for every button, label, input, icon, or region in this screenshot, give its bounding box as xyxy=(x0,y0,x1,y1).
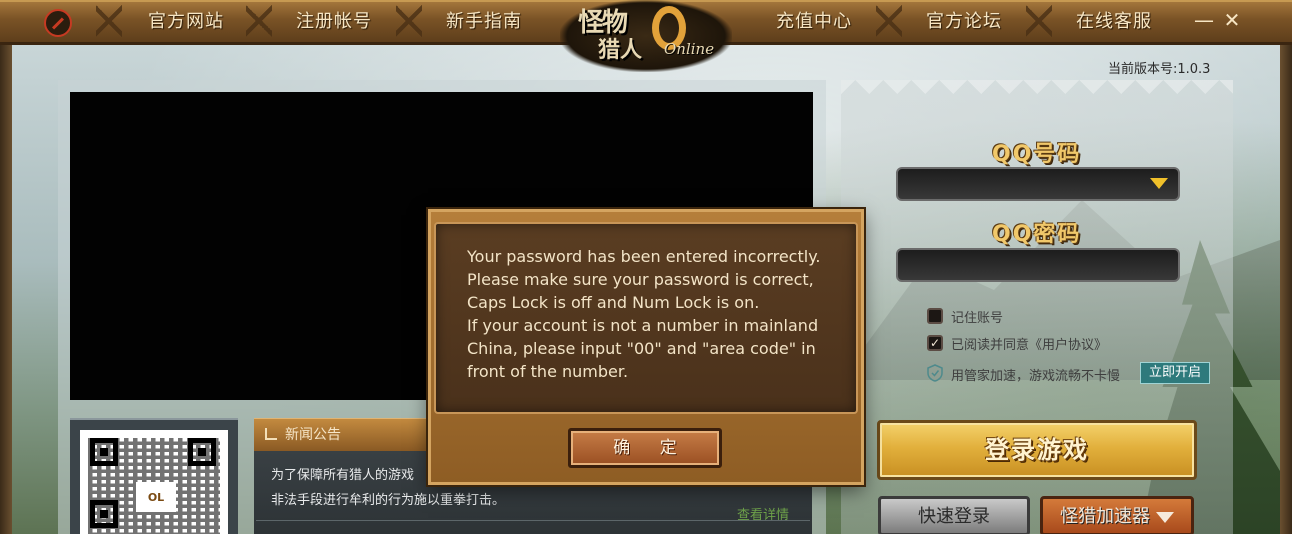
window-frame-right xyxy=(1280,40,1292,534)
qr-finder xyxy=(188,438,216,466)
game-logo: 怪物 猎人 Online xyxy=(560,0,732,72)
close-icon[interactable]: ✕ xyxy=(1220,8,1244,32)
version-label: 当前版本号:1.0.3 xyxy=(1108,62,1211,77)
window-frame-left xyxy=(0,40,12,534)
open-now-button[interactable]: 立即开启 xyxy=(1140,362,1210,384)
qr-code: OL xyxy=(80,430,228,534)
shield-icon xyxy=(927,364,943,382)
login-panel-pattern xyxy=(841,80,1233,108)
nav-separator xyxy=(396,4,422,38)
nav-recharge[interactable]: 充值中心 xyxy=(758,8,870,36)
confirm-button[interactable]: 确 定 xyxy=(568,428,722,468)
agree-terms-checkbox[interactable]: ✓ xyxy=(927,335,943,351)
accelerator-button[interactable]: 怪猎加速器 xyxy=(1040,496,1194,534)
qr-finder xyxy=(90,438,118,466)
nav-customer-service[interactable]: 在线客服 xyxy=(1058,8,1170,36)
accelerator-note: 用管家加速，游戏流畅不卡慢 xyxy=(951,369,1121,384)
chevron-down-icon xyxy=(1156,511,1174,523)
qq-number-input[interactable] xyxy=(896,167,1180,201)
qr-finder xyxy=(90,500,118,528)
minimize-icon[interactable]: — xyxy=(1192,8,1216,32)
app-logo-icon[interactable] xyxy=(44,9,72,37)
error-message: Your password has been entered incorrect… xyxy=(467,247,821,381)
nav-separator xyxy=(246,4,272,38)
qq-password-label: QQ密码 xyxy=(992,222,1082,247)
quick-login-button[interactable]: 快速登录 xyxy=(878,496,1030,534)
qr-center-logo: OL xyxy=(136,482,176,512)
accelerator-label: 怪猎加速器 xyxy=(1060,506,1150,527)
nav-forum[interactable]: 官方论坛 xyxy=(908,8,1020,36)
nav-official-site[interactable]: 官方网站 xyxy=(130,8,242,36)
qq-number-label: QQ号码 xyxy=(992,142,1082,167)
qq-password-input[interactable] xyxy=(896,248,1180,282)
logo-online-text: Online xyxy=(664,40,715,58)
news-title: 新闻公告 xyxy=(285,427,341,443)
news-icon xyxy=(265,428,277,440)
news-item[interactable]: 为了保障所有猎人的游戏 xyxy=(271,464,414,483)
login-game-button[interactable]: 登录游戏 xyxy=(877,420,1197,480)
logo-text-line2: 猎人 xyxy=(598,37,643,63)
nav-beginner-guide[interactable]: 新手指南 xyxy=(428,8,540,36)
remember-account-label[interactable]: 记住账号 xyxy=(951,307,1003,326)
nav-separator xyxy=(876,4,902,38)
remember-account-checkbox[interactable] xyxy=(927,308,943,324)
agree-terms-label[interactable]: 已阅读并同意《用户协议》 xyxy=(951,334,1107,353)
nav-separator xyxy=(1026,4,1052,38)
news-item[interactable]: 非法手段进行牟利的行为施以重拳打击。 xyxy=(271,489,505,508)
news-divider xyxy=(256,520,810,521)
nav-register[interactable]: 注册帐号 xyxy=(278,8,390,36)
nav-separator xyxy=(96,4,122,38)
dropdown-arrow-icon[interactable] xyxy=(1150,178,1168,189)
launcher-window: 官方网站 注册帐号 新手指南 充值中心 官方论坛 在线客服 — ✕ 怪物 猎人 … xyxy=(0,0,1292,534)
